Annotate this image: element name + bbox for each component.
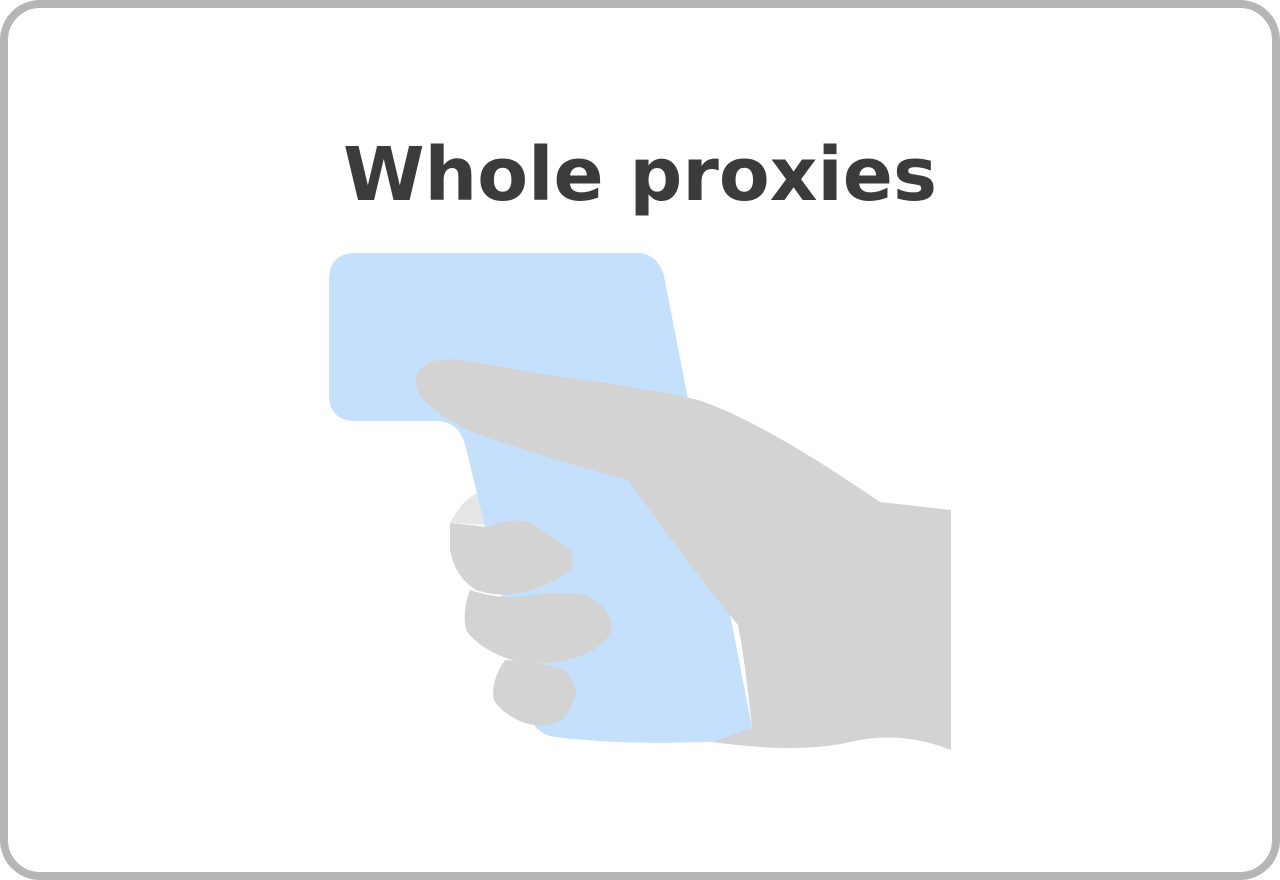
finger-bottom-icon: [493, 660, 576, 726]
proxy-card: Whole proxies: [0, 0, 1280, 880]
hand-holding-card-illustration: [329, 253, 951, 750]
